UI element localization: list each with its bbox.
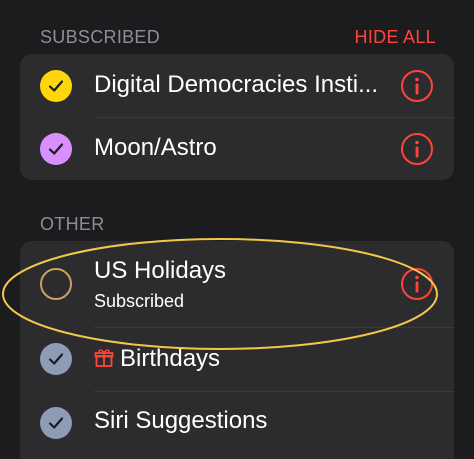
info-icon[interactable] (400, 132, 434, 166)
calendar-name-container: Birthdays (94, 345, 384, 373)
calendar-name: Moon/Astro (94, 134, 217, 161)
calendar-name: Digital Democracies Insti... (94, 71, 379, 98)
calendar-name: Siri Suggestions (94, 407, 268, 434)
subscribed-section-title: SUBSCRIBED (40, 26, 161, 47)
calendar-name: Birthdays (120, 345, 221, 372)
calendar-checkbox-digital-democracies[interactable] (40, 70, 72, 102)
checkmark-icon (48, 80, 64, 92)
gift-icon (94, 349, 114, 367)
calendar-checkbox-birthdays[interactable] (40, 343, 72, 375)
calendar-checkbox-siri-suggestions[interactable] (40, 407, 72, 439)
info-icon[interactable] (400, 69, 434, 103)
calendar-row-birthdays[interactable]: Birthdays (20, 327, 454, 391)
other-header: OTHER (40, 212, 436, 236)
calendar-status: Subscribed (94, 291, 185, 311)
calendar-checkbox-moon-astro[interactable] (40, 133, 72, 165)
subscribed-header: SUBSCRIBED HIDE ALL (40, 25, 436, 49)
other-section-title: OTHER (40, 213, 105, 234)
hide-all-button[interactable]: HIDE ALL (355, 27, 436, 48)
subscribed-calendars-group: Digital Democracies Insti... Moon/Astro (20, 54, 454, 180)
checkmark-icon (48, 353, 64, 365)
calendar-name: US Holidays (94, 257, 227, 284)
calendar-row-digital-democracies[interactable]: Digital Democracies Insti... (20, 54, 454, 117)
calendar-row-moon-astro[interactable]: Moon/Astro (20, 117, 454, 180)
calendar-checkbox-us-holidays[interactable] (40, 268, 72, 300)
calendar-row-siri-suggestions[interactable]: Siri Suggestions (20, 391, 454, 455)
checkmark-icon (48, 417, 64, 429)
other-calendars-group: US Holidays Subscribed Birthdays Siri Su… (20, 241, 454, 459)
info-icon[interactable] (400, 267, 434, 301)
checkmark-icon (48, 143, 64, 155)
calendars-screen: SUBSCRIBED HIDE ALL Digital Democracies … (0, 0, 474, 459)
calendar-row-us-holidays[interactable]: US Holidays Subscribed (20, 241, 454, 327)
